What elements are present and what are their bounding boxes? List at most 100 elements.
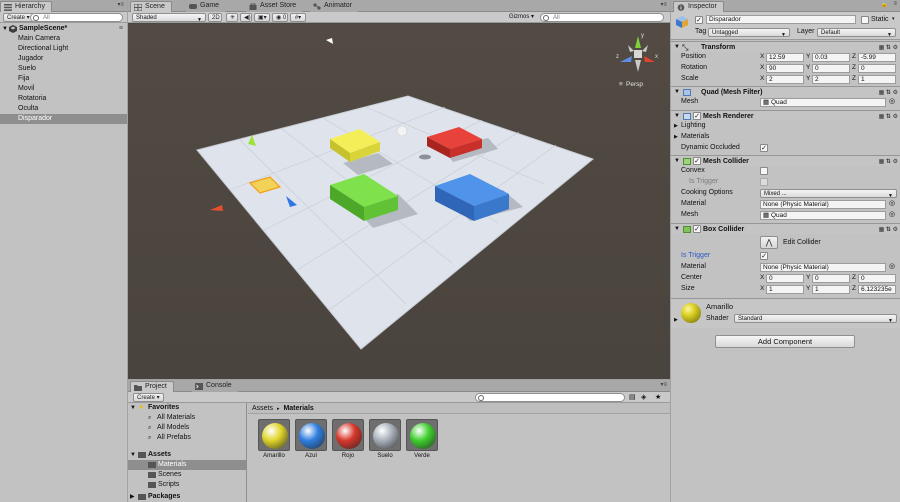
- object-picker-icon[interactable]: ◎: [889, 97, 895, 107]
- position-x-field[interactable]: 12.59: [766, 53, 804, 62]
- scene-viewport[interactable]: y x z ≡ Persp: [128, 24, 670, 379]
- materials-foldout[interactable]: ▶ Materials: [671, 132, 900, 142]
- center-y-field[interactable]: 0: [812, 274, 850, 283]
- asset-folder-item[interactable]: Materials: [128, 460, 246, 470]
- lighting-foldout[interactable]: ▶ Lighting: [671, 121, 900, 131]
- asset-folder-item[interactable]: Scripts: [128, 480, 246, 490]
- object-picker-icon[interactable]: ◎: [889, 199, 895, 209]
- layer-dropdown[interactable]: Default ▼: [817, 28, 896, 37]
- collapse-arrow-icon[interactable]: ▶: [130, 492, 135, 502]
- object-picker-icon[interactable]: ◎: [889, 210, 895, 220]
- tab-game[interactable]: Game: [186, 1, 226, 12]
- hierarchy-item[interactable]: Jugador: [0, 54, 127, 64]
- box-collider-material-field[interactable]: None (Physic Material): [760, 263, 886, 272]
- hierarchy-item[interactable]: Suelo: [0, 64, 127, 74]
- static-dropdown-icon[interactable]: ▾: [892, 16, 895, 22]
- tag-dropdown[interactable]: Untagged ▼: [708, 28, 790, 37]
- convex-checkbox[interactable]: [760, 167, 768, 175]
- collapse-arrow-icon[interactable]: ▶: [674, 317, 678, 323]
- material-asset[interactable]: Amarillo: [256, 419, 292, 459]
- tab-inspector[interactable]: Inspector: [673, 1, 724, 12]
- tab-hierarchy[interactable]: Hierarchy: [0, 1, 52, 12]
- filter-label-icon[interactable]: ◈: [641, 393, 646, 401]
- hidden-objects-icon[interactable]: ◉ 0: [272, 13, 288, 22]
- rotation-y-field[interactable]: 0: [812, 64, 850, 73]
- panel-menu-icon[interactable]: ▾≡: [660, 1, 667, 8]
- scene-menu-icon[interactable]: ≡: [119, 24, 123, 34]
- tab-scene[interactable]: Scene: [130, 1, 172, 12]
- edit-collider-button[interactable]: ⋀: [760, 236, 778, 249]
- object-picker-icon[interactable]: ◎: [889, 262, 895, 272]
- assets-row[interactable]: ▼ Assets: [128, 450, 246, 460]
- hierarchy-item[interactable]: Directional Light: [0, 44, 127, 54]
- panel-menu-icon[interactable]: ≡: [893, 1, 897, 7]
- material-asset[interactable]: Verde: [404, 419, 440, 459]
- mesh-collider-mesh-field[interactable]: ▦ Quad: [760, 211, 886, 220]
- material-asset[interactable]: Azul: [293, 419, 329, 459]
- hierarchy-item[interactable]: Oculta: [0, 104, 127, 114]
- collapse-arrow-icon[interactable]: ▶: [674, 132, 678, 142]
- favorite-item[interactable]: ⌕ All Materials: [128, 413, 246, 423]
- rotation-x-field[interactable]: 90: [766, 64, 804, 73]
- dynamic-occluded-checkbox[interactable]: ✓: [760, 144, 768, 152]
- hierarchy-item[interactable]: Fija: [0, 74, 127, 84]
- collapse-arrow-icon[interactable]: ▶: [674, 121, 678, 131]
- asset-folder-item[interactable]: Scenes: [128, 470, 246, 480]
- active-checkbox[interactable]: ✓: [695, 16, 703, 24]
- mesh-collider-material-field[interactable]: None (Physic Material): [760, 200, 886, 209]
- hierarchy-item[interactable]: Rotatoria: [0, 94, 127, 104]
- breadcrumb-materials[interactable]: Materials: [283, 405, 313, 412]
- lock-icon[interactable]: 🔒: [881, 1, 888, 8]
- breadcrumb-assets[interactable]: Assets: [252, 405, 273, 412]
- panel-menu-icon[interactable]: ▾≡: [660, 381, 667, 388]
- mesh-collider-enabled-checkbox[interactable]: ✓: [693, 157, 701, 165]
- box-collider-enabled-checkbox[interactable]: ✓: [693, 225, 701, 233]
- hierarchy-item[interactable]: Main Camera: [0, 34, 127, 44]
- lighting-toggle-icon[interactable]: ✳: [226, 13, 238, 22]
- expand-arrow-icon[interactable]: ▼: [674, 224, 680, 235]
- scale-x-field[interactable]: 2: [766, 75, 804, 84]
- scene-root-row[interactable]: ▼ SampleScene* ≡: [0, 24, 127, 34]
- favorite-item[interactable]: ⌕ All Models: [128, 423, 246, 433]
- box-collider-trigger-checkbox[interactable]: ✓: [760, 252, 768, 260]
- mesh-renderer-header[interactable]: ▼ ✓ Mesh Renderer ▦ ⇅ ⚙: [671, 110, 900, 121]
- cooking-options-dropdown[interactable]: Mixed ... ▼: [760, 189, 897, 198]
- shading-mode-dropdown[interactable]: Shaded ▼: [132, 13, 206, 22]
- favorite-item[interactable]: ⌕ All Prefabs: [128, 433, 246, 443]
- grid-toggle-icon[interactable]: #▾: [290, 13, 306, 22]
- persp-label[interactable]: ≡ Persp: [619, 81, 643, 88]
- panel-menu-icon[interactable]: ▾≡: [117, 1, 124, 8]
- toggle-2d-button[interactable]: 2D: [208, 13, 222, 22]
- project-create-dropdown[interactable]: Create ▾: [133, 393, 164, 402]
- star-filter-icon[interactable]: ★: [655, 393, 661, 401]
- rotation-z-field[interactable]: 0: [858, 64, 896, 73]
- center-z-field[interactable]: 0: [858, 274, 896, 283]
- hierarchy-item[interactable]: Movil: [0, 84, 127, 94]
- mesh-filter-mesh-field[interactable]: ▦ Quad: [760, 98, 886, 107]
- scene-search-input[interactable]: All: [540, 13, 664, 22]
- add-component-button[interactable]: Add Component: [715, 335, 855, 348]
- tab-project[interactable]: Project: [130, 381, 174, 392]
- packages-row[interactable]: ▶ Packages: [128, 492, 246, 502]
- object-name-input[interactable]: Disparador: [706, 15, 856, 24]
- box-collider-header[interactable]: ▼ ✓ Box Collider ▦ ⇅ ⚙: [671, 223, 900, 234]
- transform-header[interactable]: ▼ ⤡ Transform ▦ ⇅ ⚙: [671, 41, 900, 52]
- scale-z-field[interactable]: 1: [858, 75, 896, 84]
- expand-arrow-icon[interactable]: ▼: [130, 403, 136, 413]
- position-z-field[interactable]: -5.99: [858, 53, 896, 62]
- expand-arrow-icon[interactable]: ▼: [2, 24, 8, 34]
- filter-type-icon[interactable]: ▤: [629, 393, 636, 401]
- white-sphere[interactable]: [396, 125, 408, 137]
- expand-arrow-icon[interactable]: ▼: [130, 450, 136, 460]
- hierarchy-search-input[interactable]: All: [30, 13, 123, 22]
- material-asset[interactable]: Rojo: [330, 419, 366, 459]
- material-asset[interactable]: Suelo: [367, 419, 403, 459]
- size-x-field[interactable]: 1: [766, 285, 804, 294]
- favorites-row[interactable]: ▼ ★ Favorites: [128, 403, 246, 413]
- static-checkbox[interactable]: [861, 16, 869, 24]
- mesh-renderer-enabled-checkbox[interactable]: ✓: [693, 112, 701, 120]
- component-menu-icons[interactable]: ▦ ⇅ ⚙: [879, 225, 898, 236]
- scale-y-field[interactable]: 2: [812, 75, 850, 84]
- center-x-field[interactable]: 0: [766, 274, 804, 283]
- mesh-filter-header[interactable]: ▼ Quad (Mesh Filter) ▦ ⇅ ⚙: [671, 86, 900, 97]
